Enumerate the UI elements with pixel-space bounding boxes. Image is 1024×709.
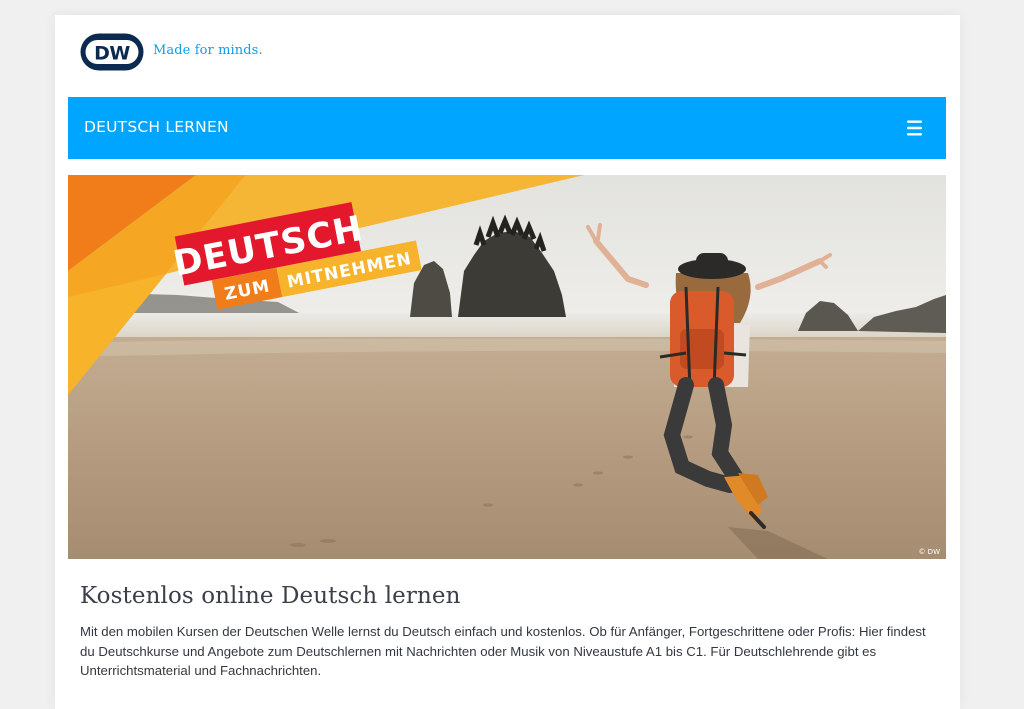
menu-button[interactable] bbox=[904, 119, 926, 137]
nav-title[interactable]: DEUTSCH LERNEN bbox=[84, 118, 229, 136]
hero-banner[interactable]: DEUTSCH ZUM MITNEHMEN © DW bbox=[68, 175, 946, 559]
intro-paragraph: Mit den mobilen Kursen der Deutschen Wel… bbox=[80, 624, 926, 678]
brand-tagline: Made for minds. bbox=[153, 43, 263, 58]
page-container: DW Made for minds. DEUTSCH LERNEN DEUTSC… bbox=[55, 15, 960, 709]
hero-image: DEUTSCH ZUM MITNEHMEN © DW bbox=[68, 175, 946, 559]
main-navbar: DEUTSCH LERNEN bbox=[68, 97, 946, 159]
logo-text: DW bbox=[94, 43, 130, 65]
brand-header: DW Made for minds. bbox=[55, 15, 960, 97]
hero-copyright: © DW bbox=[918, 548, 940, 556]
hamburger-menu-icon bbox=[907, 120, 922, 136]
dw-logo[interactable]: DW bbox=[79, 32, 145, 72]
page-headline: Kostenlos online Deutsch lernen bbox=[80, 583, 461, 609]
